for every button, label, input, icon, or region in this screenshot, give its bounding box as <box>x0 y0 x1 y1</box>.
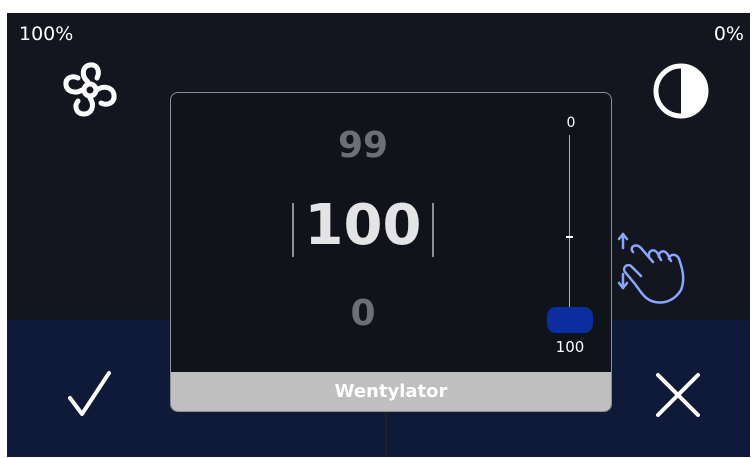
slider-min-label: 0 <box>566 115 576 131</box>
fan-icon[interactable] <box>57 57 123 123</box>
picker-next-value[interactable]: 0 <box>171 293 555 334</box>
swipe-gesture-icon <box>615 230 695 310</box>
slider-thumb[interactable] <box>547 307 593 333</box>
picker-current-value[interactable]: 100 <box>171 193 555 258</box>
contrast-icon[interactable] <box>651 61 711 121</box>
fan-value-dialog: 99 100 0 0 100 Wentylator <box>170 92 612 412</box>
picker-previous-value[interactable]: 99 <box>171 125 555 166</box>
slider-track[interactable] <box>569 135 570 327</box>
picker-selection-right-bar <box>432 203 434 257</box>
confirm-button[interactable] <box>65 367 115 422</box>
slider-max-label: 100 <box>555 338 585 356</box>
slider-mid-tick <box>566 236 573 238</box>
close-icon <box>656 373 700 417</box>
dialog-title: Wentylator <box>171 372 611 411</box>
contrast-percent-label: 0% <box>713 23 744 45</box>
cancel-button[interactable] <box>652 369 704 421</box>
screen: 100% 0% 99 100 0 0 100 Wentylator <box>7 13 750 457</box>
checkmark-icon <box>68 371 111 416</box>
fan-percent-label: 100% <box>19 23 74 45</box>
